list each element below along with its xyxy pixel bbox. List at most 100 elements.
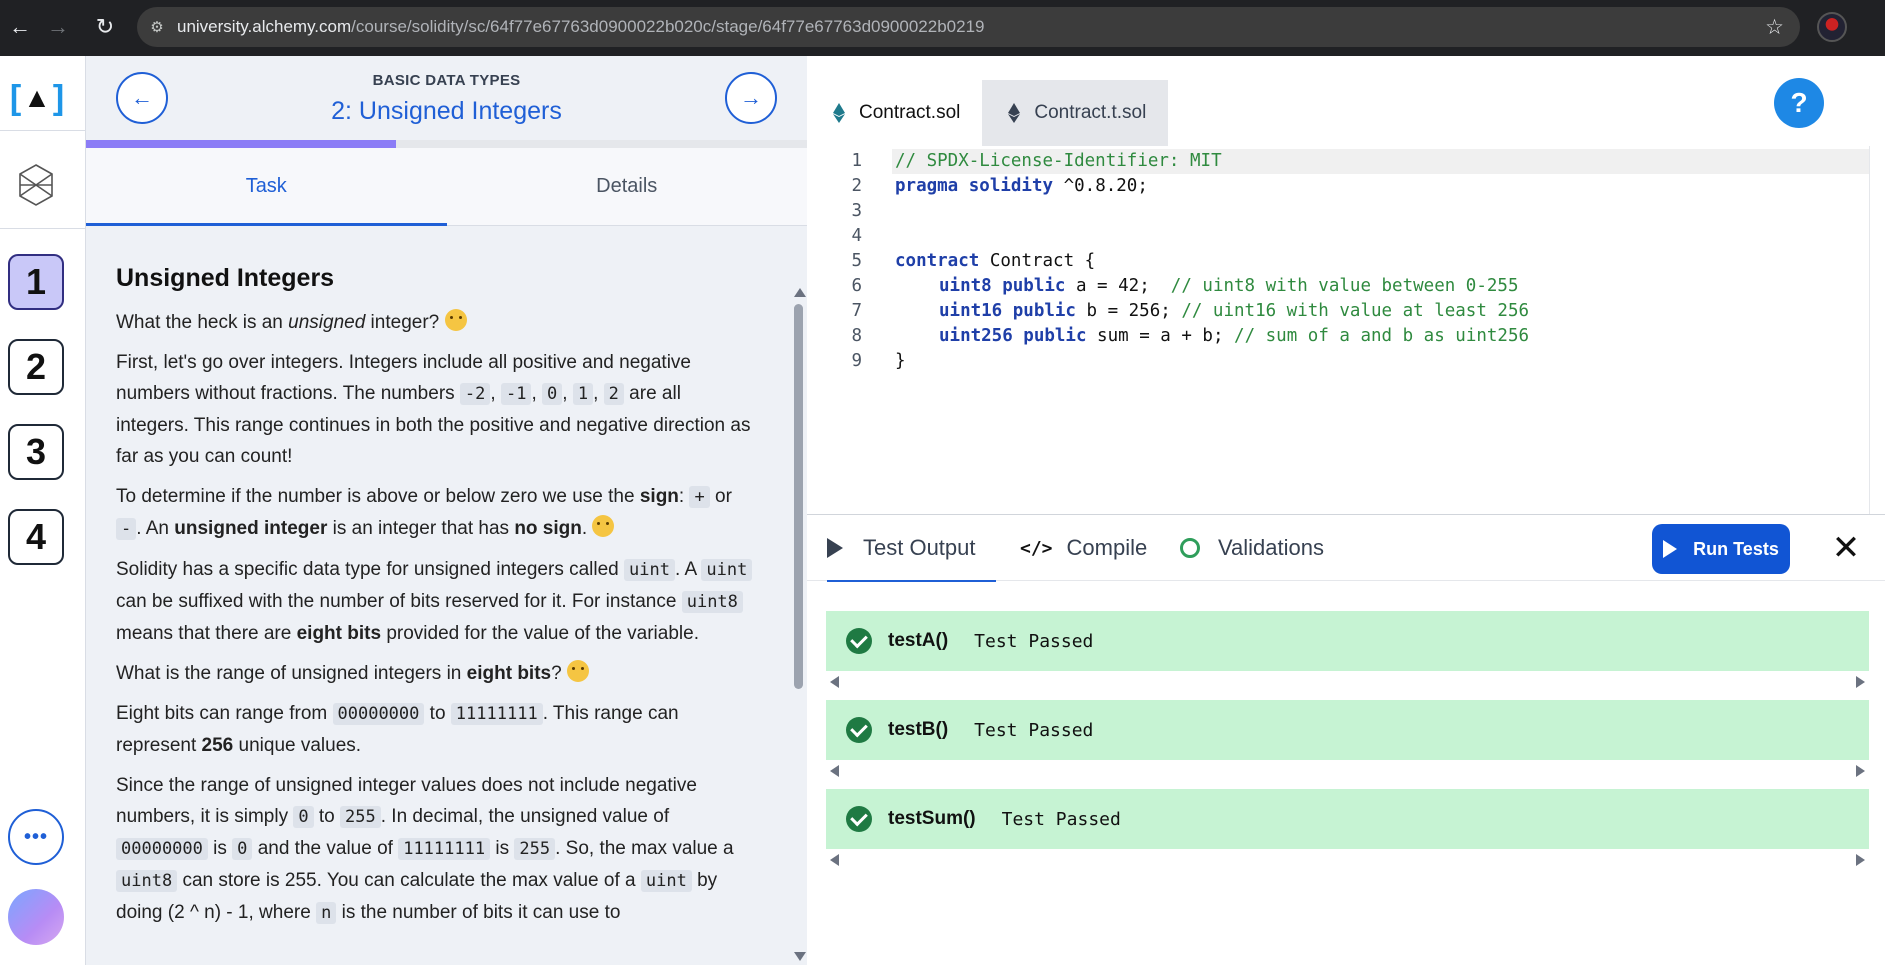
rail-divider: [0, 130, 86, 131]
stage-rail: [▲] 1 2 3 4 •••: [0, 56, 86, 965]
next-stage-button[interactable]: →: [725, 72, 777, 124]
paragraph: Since the range of unsigned integer valu…: [116, 775, 734, 924]
scroll-right-arrow-icon[interactable]: [1856, 765, 1865, 777]
help-button[interactable]: ?: [1774, 78, 1824, 128]
raised-eyebrow-emoji-icon: [444, 309, 467, 331]
stage-button-1[interactable]: 1: [8, 254, 64, 310]
play-icon: [1663, 540, 1678, 558]
close-icon[interactable]: ✕: [1827, 529, 1865, 567]
course-map-icon[interactable]: [16, 163, 56, 207]
scroll-left-arrow-icon[interactable]: [830, 854, 839, 866]
browser-profile-avatar[interactable]: [1817, 12, 1847, 42]
tab-contract-sol[interactable]: Contract.sol: [807, 80, 983, 146]
stage-button-3[interactable]: 3: [8, 424, 64, 480]
stage-progress-fill: [86, 140, 397, 148]
lesson-panel: ← BASIC DATA TYPES 2: Unsigned Integers …: [86, 56, 807, 965]
bookmark-star-icon[interactable]: ☆: [1765, 15, 1784, 40]
lesson-content: Unsigned Integers What the heck is an un…: [86, 226, 789, 965]
code-line: 2 pragma solidity ^0.8.20;: [851, 176, 1148, 196]
tab-test-output[interactable]: Test Output: [827, 515, 996, 582]
lesson-heading: Unsigned Integers: [116, 264, 335, 292]
test-result-row: testA() Test Passed: [826, 611, 1869, 671]
code-line: 1// SPDX-License-Identifier: MIT: [851, 151, 1222, 171]
code-line: 3: [851, 201, 862, 221]
browser-toolbar: ← → ↻ ⚙ university.alchemy.com/course/so…: [0, 0, 1885, 56]
surprised-emoji-icon: [592, 515, 615, 537]
code-line: 8 uint256 public sum = a + b; // sum of a…: [851, 326, 1530, 346]
code-icon: </>: [1020, 537, 1053, 559]
code-area[interactable]: 1// SPDX-License-Identifier: MIT 2 pragma…: [807, 146, 1885, 514]
paragraph: Solidity has a specific data type for un…: [116, 554, 759, 649]
check-circle-icon: [846, 717, 872, 743]
code-line: 5 contract Contract {: [851, 251, 1096, 271]
scroll-thumb[interactable]: [794, 304, 803, 689]
code-line: 9}: [851, 351, 906, 371]
scroll-down-arrow-icon[interactable]: [794, 952, 806, 961]
scroll-up-arrow-icon[interactable]: [794, 288, 806, 297]
reload-icon[interactable]: ↻: [85, 7, 125, 47]
horizontal-scrollbar[interactable]: [826, 849, 1869, 869]
lesson-title: 2: Unsigned Integers: [331, 97, 562, 125]
test-result-row: testSum() Test Passed: [826, 789, 1869, 849]
horizontal-scrollbar[interactable]: [826, 671, 1869, 691]
stage-button-2[interactable]: 2: [8, 339, 64, 395]
back-icon[interactable]: ←: [0, 7, 40, 47]
file-tabs: Contract.sol Contract.t.sol: [807, 80, 1169, 146]
tab-contract-test-sol[interactable]: Contract.t.sol: [982, 80, 1169, 146]
ethereum-icon: [833, 103, 845, 123]
rail-divider: [0, 228, 86, 229]
check-circle-icon: [846, 806, 872, 832]
forward-icon[interactable]: →: [38, 7, 78, 47]
output-tabs: Test Output </> Compile Validations Run …: [807, 515, 1885, 582]
file-tab-label: Contract.sol: [859, 102, 961, 123]
site-settings-icon[interactable]: ⚙: [137, 18, 177, 36]
paragraph: First, let's go over integers. Integers …: [116, 352, 751, 467]
tab-compile[interactable]: </> Compile: [1020, 515, 1147, 581]
lesson-header: ← BASIC DATA TYPES 2: Unsigned Integers …: [86, 56, 807, 148]
code-line: 6 uint8 public a = 42; // uint8 with valu…: [851, 276, 1519, 296]
alchemy-logo[interactable]: [▲]: [9, 78, 65, 118]
lesson-scrollbar[interactable]: [789, 226, 807, 965]
thinking-emoji-icon: [566, 660, 589, 682]
paragraph: What the heck is an unsigned integer?: [116, 307, 759, 338]
more-options-button[interactable]: •••: [8, 809, 64, 865]
stage-progress-bar: [86, 140, 807, 148]
test-status: Test Passed: [974, 630, 1094, 652]
tab-label: Compile: [1066, 535, 1148, 560]
test-status: Test Passed: [974, 719, 1094, 741]
test-name: testB(): [888, 719, 949, 740]
run-tests-button[interactable]: Run Tests: [1652, 524, 1790, 574]
section-label: BASIC DATA TYPES: [372, 72, 521, 89]
editor-gutter-line: [1869, 146, 1870, 514]
test-name: testSum(): [888, 808, 976, 829]
user-avatar[interactable]: [8, 889, 64, 945]
horizontal-scrollbar[interactable]: [826, 760, 1869, 780]
scroll-left-arrow-icon[interactable]: [830, 765, 839, 777]
paragraph: What is the range of unsigned integers i…: [116, 658, 759, 689]
address-bar[interactable]: ⚙ university.alchemy.com/course/solidity…: [137, 7, 1800, 47]
tab-label: Validations: [1218, 535, 1324, 560]
lesson-tabs: Task Details: [86, 148, 807, 226]
play-icon: [827, 538, 843, 558]
output-panel: Test Output </> Compile Validations Run …: [807, 514, 1885, 965]
paragraph: To determine if the number is above or b…: [116, 486, 732, 540]
check-circle-icon: [846, 628, 872, 654]
stage-button-4[interactable]: 4: [8, 509, 64, 565]
test-status: Test Passed: [1001, 808, 1121, 830]
scroll-right-arrow-icon[interactable]: [1856, 676, 1865, 688]
circle-status-icon: [1180, 538, 1200, 558]
run-tests-label: Run Tests: [1693, 538, 1779, 559]
tab-details[interactable]: Details: [447, 148, 808, 225]
scroll-right-arrow-icon[interactable]: [1856, 854, 1865, 866]
url-text: university.alchemy.com/course/solidity/s…: [177, 17, 985, 36]
tab-label: Test Output: [863, 535, 976, 560]
test-result-row: testB() Test Passed: [826, 700, 1869, 760]
tab-validations[interactable]: Validations: [1180, 515, 1324, 581]
code-line: 7 uint16 public b = 256; // uint16 with v…: [851, 301, 1530, 321]
tab-task[interactable]: Task: [86, 148, 447, 226]
code-line: 4: [851, 226, 862, 246]
scroll-left-arrow-icon[interactable]: [830, 676, 839, 688]
code-editor: Contract.sol Contract.t.sol ? 1// SPDX-L…: [807, 56, 1885, 514]
ethereum-icon: [1008, 103, 1021, 123]
file-tab-label: Contract.t.sol: [1034, 102, 1147, 123]
